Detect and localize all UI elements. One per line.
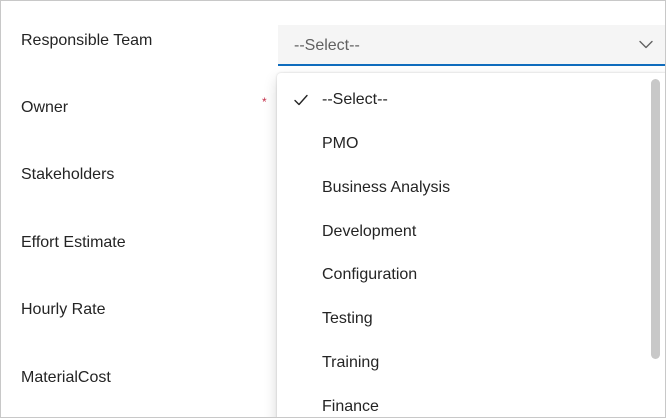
dropdown-scrollbar[interactable] (651, 79, 660, 359)
option-configuration[interactable]: Configuration (277, 254, 647, 298)
responsible-team-label: Responsible Team (21, 32, 153, 49)
option-label: Development (322, 223, 417, 240)
option-select[interactable]: --Select-- (277, 79, 647, 123)
option-label: Business Analysis (322, 179, 451, 196)
option-testing[interactable]: Testing (277, 298, 647, 342)
option-development[interactable]: Development (277, 211, 647, 255)
owner-label: Owner (21, 99, 69, 116)
option-label: --Select-- (322, 91, 388, 108)
effort-estimate-label: Effort Estimate (21, 234, 126, 251)
option-label: Testing (322, 310, 373, 327)
option-pmo[interactable]: PMO (277, 123, 647, 167)
checkmark-icon (294, 94, 308, 106)
hourly-rate-label: Hourly Rate (21, 301, 106, 318)
option-label: Training (322, 354, 380, 371)
chevron-down-icon[interactable] (637, 35, 655, 53)
material-cost-label: MaterialCost (21, 369, 111, 386)
select-value: --Select-- (294, 37, 360, 54)
dropdown-listbox: --Select-- PMO Business Analysis Develop… (277, 73, 665, 417)
option-finance[interactable]: Finance (277, 386, 647, 417)
stakeholders-label: Stakeholders (21, 166, 115, 183)
option-training[interactable]: Training (277, 342, 647, 386)
required-asterisk: * (262, 95, 267, 109)
option-label: Configuration (322, 266, 418, 283)
option-business-analysis[interactable]: Business Analysis (277, 167, 647, 211)
form-panel: Responsible Team Owner * Stakeholders Ef… (0, 0, 666, 418)
option-label: Finance (322, 398, 379, 415)
option-label: PMO (322, 135, 359, 152)
responsible-team-select[interactable]: --Select-- (278, 25, 665, 66)
